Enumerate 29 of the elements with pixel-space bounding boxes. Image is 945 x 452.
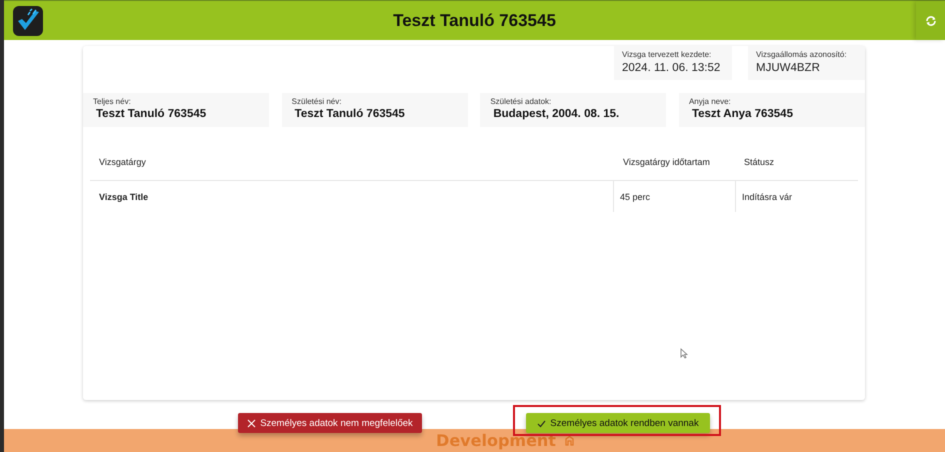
info-label: Vizsgaállomás azonosító: [756, 50, 848, 59]
refresh-icon [924, 14, 936, 26]
home-icon [564, 435, 575, 446]
info-value: 2024. 11. 06. 13:52 [622, 62, 722, 74]
accept-button[interactable]: Személyes adatok rendben vannak [526, 413, 710, 433]
info-value: Budapest, 2004. 08. 15. [492, 108, 620, 120]
info-label: Anyja neve: [688, 97, 732, 106]
table-cell: Indításra vár [735, 181, 858, 212]
logo-icon [13, 6, 43, 36]
info-label: Születési adatok: [490, 97, 552, 106]
info-value: MJUW4BZR [756, 62, 821, 74]
column-header: Státusz [743, 157, 776, 167]
info-label: Teljes név: [93, 97, 132, 106]
page-title: Teszt Tanuló 763545 [392, 10, 557, 30]
info-value: Teszt Tanuló 763545 [294, 108, 406, 120]
refresh-button[interactable] [916, 1, 945, 40]
reject-button[interactable]: Személyes adatok nem megfelelőek [238, 413, 422, 433]
environment-label: Development [436, 431, 556, 450]
column-header: Vizsgatárgy [98, 157, 147, 167]
info-value: Teszt Anya 763545 [690, 108, 794, 120]
info-label: Születési név: [292, 97, 342, 106]
info-value: Teszt Tanuló 763545 [95, 108, 208, 120]
table-cell-text: Vizsga Title [98, 190, 150, 204]
close-icon [247, 418, 256, 428]
cursor-icon [680, 348, 688, 359]
table-cell: 45 perc [613, 181, 735, 212]
info-label: Vizsga tervezett kezdete: [622, 50, 712, 59]
check-icon [537, 418, 546, 428]
column-header: Vizsgatárgy időtartam [622, 157, 711, 167]
